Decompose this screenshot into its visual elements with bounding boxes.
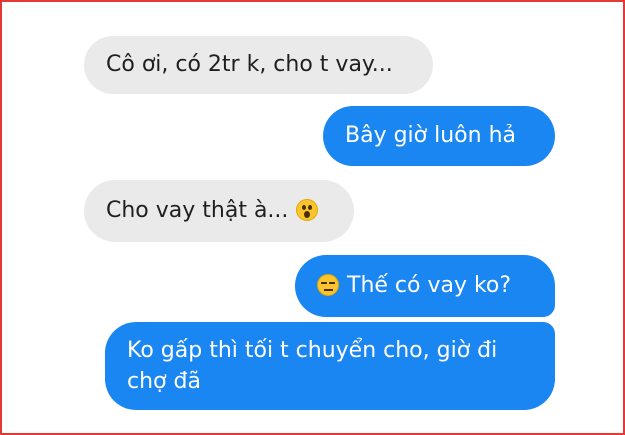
incoming-message-bubble[interactable]: Cô ơi, có 2tr k, cho t vay... [84,36,433,94]
screenshot-frame: Cô ơi, có 2tr k, cho t vay... Bây giờ lu… [0,0,625,435]
outgoing-message-bubble[interactable]: Ko gấp thì tối t chuyển cho, giờ đi chợ … [105,322,555,410]
message-text: Ko gấp thì tối t chuyển cho, giờ đi chợ … [127,338,498,394]
expressionless-face-icon [317,274,339,296]
astonished-face-icon [296,199,319,221]
message-text: Thế có vay ko? [347,273,512,298]
outgoing-message-bubble[interactable]: Thế có vay ko? [295,255,555,317]
message-text: Bây giờ luôn hả [345,123,516,148]
message-text: Cho vay thật à... [106,198,289,223]
incoming-message-bubble[interactable]: Cho vay thật à... [84,180,354,242]
outgoing-message-bubble[interactable]: Bây giờ luôn hả [323,106,555,166]
message-text: Cô ơi, có 2tr k, cho t vay... [106,52,393,77]
